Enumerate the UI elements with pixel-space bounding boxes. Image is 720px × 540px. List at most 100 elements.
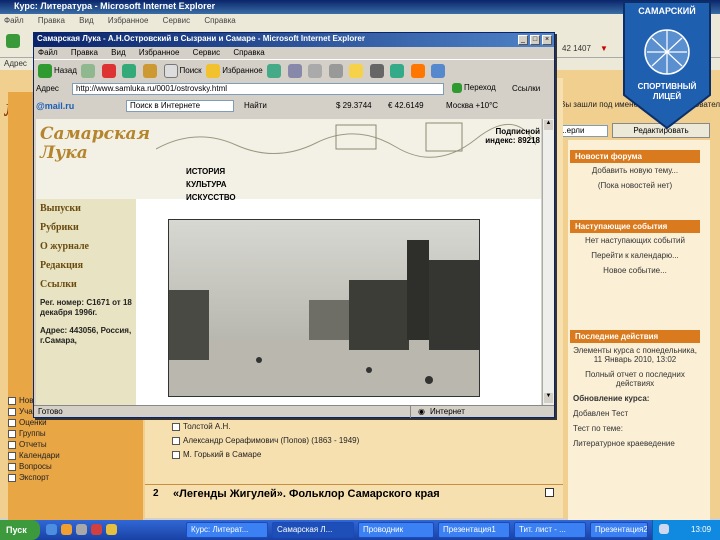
start-button[interactable]: Пуск [0, 520, 40, 540]
magazine-logo[interactable]: Самарская Лука [40, 125, 150, 193]
back-window-title: Курс: Литература - Microsoft Internet Ex… [0, 0, 720, 14]
back-menu-favorites[interactable]: Избранное [108, 16, 149, 25]
nav-editorial[interactable]: Редакция [36, 256, 136, 275]
explorer-icon[interactable] [61, 524, 72, 536]
activity-since-text: Элементы курса с понедельника, 11 Январь… [573, 346, 697, 364]
update-label: Обновление курса: [573, 394, 650, 403]
close-button[interactable]: × [542, 35, 552, 45]
messenger-button[interactable] [347, 64, 365, 78]
menu-favorites[interactable]: Избранное [139, 48, 180, 57]
language-icon[interactable] [659, 524, 669, 534]
course-item[interactable]: М. Горький в Самаре [172, 448, 552, 462]
stop-button[interactable] [100, 64, 118, 78]
back-menu-help[interactable]: Справка [204, 16, 235, 25]
favorites-button[interactable]: Избранное [204, 64, 263, 78]
mailru-search-input[interactable]: Поиск в Интернете [126, 100, 234, 112]
left-item[interactable]: Группы [8, 428, 143, 439]
course-item[interactable]: Александр Серафимович (Попов) (1863 - 19… [172, 434, 552, 448]
left-item[interactable]: Экспорт [8, 472, 143, 483]
system-tray: 13:09 [652, 520, 720, 540]
find-button[interactable]: Найти [244, 101, 267, 110]
resource-icon [172, 436, 180, 445]
tool-button-1[interactable] [368, 64, 386, 78]
menu-art[interactable]: ИСКУССТВО [186, 191, 236, 204]
maximize-button[interactable]: □ [530, 35, 540, 45]
back-menu-edit[interactable]: Правка [38, 16, 65, 25]
taskbar: Пуск Курс: Литерат... Самарская Л... Про… [0, 520, 720, 540]
star-icon [206, 64, 221, 78]
activity-report-link[interactable]: Полный отчет о последних действиях [570, 367, 700, 391]
tool-button-2[interactable] [388, 64, 406, 78]
task-presentation2[interactable]: Презентация2 [590, 522, 648, 538]
course-list: Толстой А.Н. Александр Серафимович (Попо… [172, 420, 552, 462]
tool-button-3[interactable] [409, 64, 427, 78]
edit-page-button[interactable] [327, 64, 345, 78]
left-item[interactable]: Оценки [8, 417, 143, 428]
nav-about[interactable]: О журнале [36, 237, 136, 256]
task-title-sheet[interactable]: Тит. лист - ... [514, 522, 586, 538]
course-item[interactable]: Толстой А.Н. [172, 420, 552, 434]
tool-button-4[interactable] [429, 64, 447, 78]
left-item[interactable]: Вопросы [8, 461, 143, 472]
menu-tools[interactable]: Сервис [193, 48, 220, 57]
minimize-button[interactable]: _ [518, 35, 528, 45]
home-button[interactable] [141, 64, 159, 78]
shield-icon [623, 1, 711, 130]
front-menubar: Файл Правка Вид Избранное Сервис Справка [34, 47, 554, 59]
desktop-icon[interactable] [76, 524, 87, 536]
status-ready: Готово [38, 407, 63, 416]
back-rate-1: 42 1407 [562, 44, 591, 53]
address-input[interactable]: http://www.samluka.ru/0001/ostrovsky.htm… [72, 83, 444, 95]
mail-button[interactable] [286, 64, 304, 78]
menu-help[interactable]: Справка [233, 48, 264, 57]
menu-view[interactable]: Вид [111, 48, 125, 57]
left-item[interactable]: Отчеты [8, 439, 143, 450]
history-icon [267, 64, 282, 78]
menu-history[interactable]: ИСТОРИЯ [186, 165, 236, 178]
at-icon [410, 64, 425, 78]
jump-select[interactable]: ...ерли [556, 125, 608, 137]
history-button[interactable] [265, 64, 283, 78]
forward-arrow-icon [81, 64, 96, 78]
nav-issues[interactable]: Выпуски [36, 199, 136, 218]
back-nav-icon[interactable] [6, 34, 20, 48]
back-menu-tools[interactable]: Сервис [163, 16, 190, 25]
mailru-logo[interactable]: @mail.ru [36, 101, 74, 111]
task-course[interactable]: Курс: Литерат... [186, 522, 268, 538]
nav-rubrics[interactable]: Рубрики [36, 218, 136, 237]
menu-edit[interactable]: Правка [71, 48, 98, 57]
left-item[interactable]: Календари [8, 450, 143, 461]
ie-icon[interactable] [46, 524, 57, 536]
links-label[interactable]: Ссылки [512, 84, 540, 93]
new-event-link[interactable]: Новое событие... [570, 263, 700, 278]
task-samluka[interactable]: Самарская Л... [272, 522, 354, 538]
app-icon[interactable] [91, 524, 102, 536]
task-explorer[interactable]: Проводник [358, 522, 434, 538]
back-menu-view[interactable]: Вид [79, 16, 93, 25]
go-arrow-icon [452, 83, 462, 93]
forum-add-link[interactable]: Добавить новую тему... [570, 163, 700, 178]
go-button[interactable]: Переход [450, 83, 496, 93]
scroll-up-icon[interactable]: ▲ [544, 120, 553, 130]
app-icon[interactable] [106, 524, 117, 536]
section-checkbox-icon[interactable] [545, 488, 554, 497]
scroll-down-icon[interactable]: ▼ [544, 393, 553, 403]
header-drawing-icon [156, 122, 536, 158]
calendar-link[interactable]: Перейти к календарю... [570, 248, 700, 263]
print-button[interactable] [306, 64, 324, 78]
menu-file[interactable]: Файл [38, 48, 58, 57]
forward-button[interactable] [79, 64, 97, 78]
rate-eur: € 42.6149 [388, 101, 424, 110]
update-text: Добавлен Тест [573, 409, 629, 418]
back-menu-file[interactable]: Файл [4, 16, 24, 25]
back-button[interactable]: Назад [36, 64, 77, 78]
nav-links[interactable]: Ссылки [36, 275, 136, 294]
search-button[interactable]: Поиск [162, 64, 202, 78]
vertical-scrollbar[interactable]: ▲ ▼ [542, 119, 554, 405]
search-icon [163, 64, 178, 78]
refresh-button[interactable] [120, 64, 138, 78]
test-topic-link[interactable]: Литературное краеведение [570, 436, 700, 451]
section-number: 2 [153, 488, 159, 499]
task-presentation1[interactable]: Презентация1 [438, 522, 510, 538]
menu-culture[interactable]: КУЛЬТУРА [186, 178, 236, 191]
